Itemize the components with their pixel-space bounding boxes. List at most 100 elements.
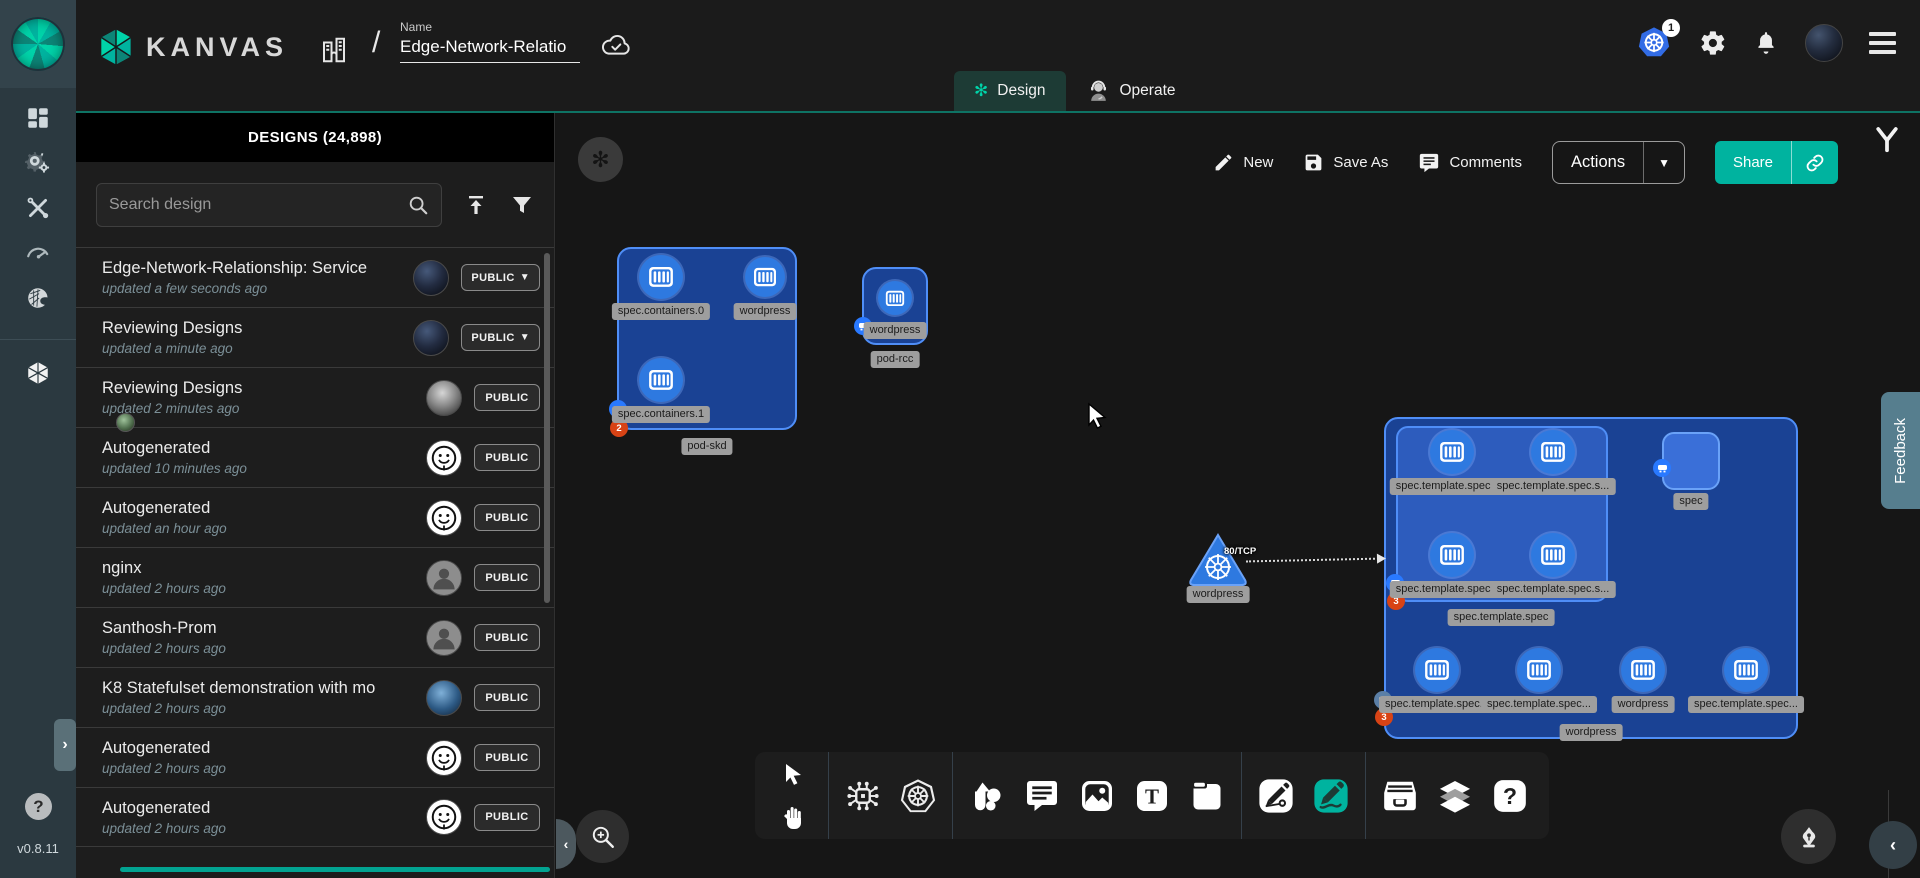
visibility-chip[interactable]: PUBLIC	[474, 684, 540, 711]
design-owner-avatar	[426, 500, 462, 536]
save-as-button[interactable]: Save As	[1303, 152, 1388, 173]
copy-link-button[interactable]	[1792, 153, 1838, 173]
container-node[interactable]	[1430, 430, 1474, 474]
whiteboard-pen-button[interactable]	[1781, 809, 1836, 864]
sidebar-item-extensions[interactable]	[18, 284, 58, 312]
visibility-chip[interactable]: PUBLIC▼	[461, 324, 540, 351]
import-design-button[interactable]	[464, 193, 488, 217]
visibility-chip[interactable]: PUBLIC	[474, 804, 540, 831]
container-node[interactable]	[639, 255, 683, 299]
actions-button[interactable]: Actions	[1553, 153, 1643, 172]
container-node[interactable]	[1531, 533, 1575, 577]
design-list-item[interactable]: Autogeneratedupdated 2 hours agoPUBLIC	[76, 787, 554, 847]
container-node[interactable]	[1724, 648, 1768, 692]
kanvas-brand[interactable]: KANVAS	[98, 28, 288, 66]
design-spiral-icon: ✻	[974, 81, 988, 101]
container-node[interactable]	[1621, 648, 1665, 692]
layers-tool-button[interactable]	[1434, 775, 1476, 817]
design-list-item[interactable]: Edge-Network-Relationship: Serviceupdate…	[76, 247, 554, 307]
design-list-item[interactable]: Santhosh-Promupdated 2 hours agoPUBLIC	[76, 607, 554, 667]
comments-button[interactable]: Comments	[1418, 152, 1522, 174]
container-node[interactable]	[1517, 648, 1561, 692]
group-label: pod-skd	[681, 438, 732, 455]
design-list-item[interactable]: Autogeneratedupdated an hour agoPUBLIC	[76, 487, 554, 547]
feedback-tab[interactable]: Feedback	[1881, 392, 1920, 509]
service-node[interactable]	[1186, 531, 1250, 594]
versions-fork-icon[interactable]	[1872, 124, 1902, 159]
collapse-right-panel-button[interactable]: ‹	[1869, 821, 1917, 869]
tab-operate[interactable]: Operate	[1066, 71, 1196, 111]
svg-text:T: T	[1145, 784, 1159, 808]
filter-designs-button[interactable]	[510, 193, 534, 217]
help-tool-button[interactable]: ?	[1489, 775, 1531, 817]
help-button[interactable]: ?	[25, 793, 52, 820]
kubernetes-context-button[interactable]: 1	[1637, 26, 1673, 60]
pan-tool-button[interactable]	[773, 799, 815, 835]
sidebar-item-performance[interactable]	[18, 239, 58, 267]
designs-scrollbar[interactable]	[544, 253, 550, 603]
kubernetes-tool-button[interactable]	[897, 775, 939, 817]
new-label: New	[1243, 154, 1273, 171]
visibility-chip[interactable]: PUBLIC	[474, 384, 540, 411]
design-list-item[interactable]: Autogeneratedupdated 10 minutes agoPUBLI…	[76, 427, 554, 487]
group-node[interactable]	[1396, 426, 1608, 602]
design-name-input[interactable]: Edge-Network-Relatio	[400, 34, 580, 63]
container-node[interactable]	[878, 281, 912, 315]
resource-kind-badge[interactable]	[1653, 459, 1671, 477]
share-button[interactable]: Share	[1715, 154, 1791, 171]
text-tool-button[interactable]: T	[1131, 775, 1173, 817]
new-design-button[interactable]: New	[1213, 152, 1273, 173]
container-node[interactable]	[1415, 648, 1459, 692]
organization-icon[interactable]	[319, 35, 349, 70]
container-node[interactable]	[1430, 533, 1474, 577]
visibility-chip[interactable]: PUBLIC	[474, 744, 540, 771]
pen-path-icon	[1257, 777, 1295, 815]
designs-panel-title: DESIGNS (24,898)	[76, 113, 554, 162]
visibility-chip[interactable]: PUBLIC▼	[461, 264, 540, 291]
sidebar-item-configuration[interactable]	[18, 194, 58, 222]
zoom-in-button[interactable]	[576, 810, 629, 863]
design-name-label: Name	[400, 20, 580, 34]
drawer-tool-button[interactable]	[1379, 775, 1421, 817]
design-title: Reviewing Designs	[102, 319, 401, 338]
freehand-tool-button[interactable]	[1310, 775, 1352, 817]
user-avatar[interactable]	[1805, 24, 1843, 62]
design-list-item[interactable]: Reviewing Designsupdated a minute agoPUB…	[76, 307, 554, 367]
sidebar-item-kanvas[interactable]	[18, 359, 58, 387]
search-input[interactable]	[109, 196, 399, 214]
actions-caret[interactable]: ▼	[1644, 156, 1684, 170]
share-group: Share	[1715, 141, 1838, 184]
visibility-chip[interactable]: PUBLIC	[474, 444, 540, 471]
meshery-logo-icon[interactable]	[11, 17, 65, 71]
design-list-item[interactable]: Autogeneratedupdated 2 hours agoPUBLIC	[76, 727, 554, 787]
container-node[interactable]	[1531, 430, 1575, 474]
dock-toggle-button[interactable]: ✻	[578, 137, 623, 182]
select-tool-button[interactable]	[773, 757, 815, 793]
visibility-chip[interactable]: PUBLIC	[474, 504, 540, 531]
comment-tool-icon	[1024, 778, 1060, 814]
visibility-chip[interactable]: PUBLIC	[474, 624, 540, 651]
expand-sidebar-button[interactable]: ›	[54, 719, 76, 771]
design-name-field[interactable]: Name Edge-Network-Relatio	[400, 20, 580, 63]
comment-tool-button[interactable]	[1021, 775, 1063, 817]
design-list-item[interactable]: K8 Statefulset demonstration with moupda…	[76, 667, 554, 727]
container-node[interactable]	[745, 257, 785, 297]
image-tool-button[interactable]	[1076, 775, 1118, 817]
tab-design[interactable]: ✻ Design	[954, 71, 1066, 111]
sidebar-item-dashboard[interactable]	[18, 104, 58, 132]
notifications-button[interactable]	[1753, 29, 1779, 57]
menu-button[interactable]	[1869, 32, 1896, 54]
design-list-item[interactable]: nginxupdated 2 hours agoPUBLIC	[76, 547, 554, 607]
container-node[interactable]	[639, 358, 683, 402]
sidebar-item-lifecycle[interactable]	[18, 149, 58, 177]
gauge-icon	[25, 240, 51, 266]
note-tool-button[interactable]	[1186, 775, 1228, 817]
components-tool-button[interactable]	[842, 775, 884, 817]
design-list-item[interactable]: Reviewing Designsupdated 2 minutes agoPU…	[76, 367, 554, 427]
visibility-chip[interactable]: PUBLIC	[474, 564, 540, 591]
spec-node[interactable]	[1662, 432, 1720, 490]
design-search[interactable]	[96, 183, 442, 227]
edge-tool-button[interactable]	[1255, 775, 1297, 817]
shapes-tool-button[interactable]	[966, 775, 1008, 817]
settings-button[interactable]	[1699, 29, 1727, 57]
